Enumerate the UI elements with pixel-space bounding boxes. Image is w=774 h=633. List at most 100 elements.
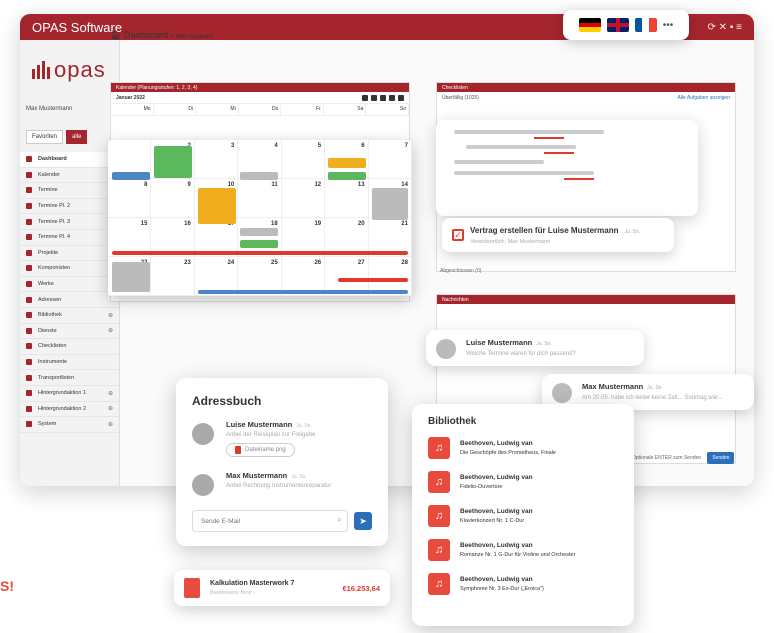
view-icon[interactable] [389, 94, 395, 101]
sidebar-item-werke[interactable]: Werke [20, 277, 119, 293]
library-item[interactable]: ♫ Beethoven, Ludwig van Symphonie Nr. 3 Es… [428, 571, 618, 597]
calendar-event[interactable] [338, 278, 408, 282]
sidebar-item-dienste[interactable]: Dienste ⊕ [20, 324, 119, 340]
task-date: Ju. Sn. [624, 229, 641, 235]
sidebar-item-adressen[interactable]: Adressen [20, 292, 119, 308]
weekday: Sa [323, 104, 367, 116]
tab-favorites[interactable]: Favoriten [26, 130, 64, 144]
sidebar-item-checklisten[interactable]: Checklisten [20, 339, 119, 355]
calendar-event[interactable] [240, 172, 278, 180]
music-note-icon: ♫ [428, 471, 450, 493]
calendar-day-cell[interactable]: 5 [281, 140, 326, 179]
sidebar-item-termine-2[interactable]: Termine Pl. 2 [20, 199, 119, 215]
chat-message: Luise Mustermann Ju. Sn. Welche Termine w… [426, 330, 644, 366]
calendar-month: Januar 2022 [116, 94, 145, 101]
library-item[interactable]: ♫ Beethoven, Ludwig van Romanze Nr. 1 G-Du… [428, 537, 618, 563]
window-controls[interactable]: ⟳ ✕ ▪ ≡ [708, 22, 742, 33]
calendar-event[interactable] [240, 240, 278, 248]
calendar-event[interactable] [112, 251, 408, 255]
calendar-event[interactable] [372, 188, 408, 220]
home-icon [26, 156, 32, 163]
sidebar-item-termine-4[interactable]: Termine Pl. 4 [20, 230, 119, 246]
sidebar-item-bibliothek[interactable]: Bibliothek ⊕ [20, 308, 119, 324]
view-icon[interactable] [362, 94, 368, 101]
music-note-icon [26, 281, 32, 288]
cropped-heading-text: S! [0, 578, 14, 594]
sidebar-item-termine[interactable]: Termine [20, 183, 119, 199]
calendar-event[interactable] [198, 290, 408, 294]
calendar-event[interactable] [328, 158, 366, 168]
current-user: Max Mustermann [26, 106, 73, 112]
expand-icon[interactable]: ⊕ [108, 327, 113, 334]
sidebar-item-hintergrund-2[interactable]: Hintergrundaktion 2 ⊕ [20, 402, 119, 418]
weekday: Mi [196, 104, 239, 116]
calendar-day-cell[interactable]: 7 [368, 140, 412, 179]
file-icon [235, 446, 241, 454]
sidebar: opas Max Mustermann Favoriten alle Dashb… [20, 40, 120, 486]
calendar-event[interactable] [112, 172, 150, 180]
calendar-day-cell[interactable]: 13 [325, 179, 369, 218]
email-input[interactable] [192, 510, 348, 532]
enter-to-send-option[interactable]: Optionale ENTER zum Senden [632, 455, 701, 461]
tab-all[interactable]: alle [66, 130, 88, 144]
chat-header: Nachrichten [437, 295, 735, 304]
sidebar-item-projekte[interactable]: Projekte [20, 246, 119, 262]
show-all-tasks-link[interactable]: Alle Aufgaben anzeigen [677, 95, 730, 101]
send-icon[interactable]: ➤ [354, 512, 372, 530]
calendar-day-cell[interactable]: 23 [151, 257, 195, 296]
library-item[interactable]: ♫ Beethoven, Ludwig van Die Geschöpfe des … [428, 435, 618, 461]
calendar-icon [26, 187, 32, 194]
send-button[interactable]: Senden [707, 452, 735, 464]
sidebar-item-komponisten[interactable]: Komponisten [20, 261, 119, 277]
calculation-subtitle: Beethovens Best › [210, 590, 255, 596]
paperclip-icon[interactable]: ⌕ [337, 514, 342, 525]
completed-count[interactable]: Abgeschlossen (0) [440, 268, 481, 274]
music-note-icon: ♫ [428, 437, 450, 459]
projects-icon [26, 249, 32, 256]
address-entry[interactable]: Max Mustermann Ju. Sn. Anbei Rechnung Ins… [192, 471, 372, 496]
checkbox-icon[interactable]: ✓ [452, 229, 464, 241]
sidebar-item-kalender[interactable]: Kalender [20, 168, 119, 184]
calendar-day-cell[interactable]: 3 [194, 140, 239, 179]
sidebar-item-instrumente[interactable]: Instrumente [20, 355, 119, 371]
avatar [192, 423, 214, 445]
calendar-event[interactable] [112, 262, 150, 292]
expand-icon[interactable]: ⊕ [108, 405, 113, 412]
more-icon[interactable]: ••• [663, 20, 674, 31]
library-item[interactable]: ♫ Beethoven, Ludwig van Klavierkonzert Nr.… [428, 503, 618, 529]
calendar-day-cell[interactable]: 11 [238, 179, 282, 218]
expand-icon[interactable]: ⊕ [108, 312, 113, 319]
view-icon[interactable] [380, 94, 386, 101]
calendar-event[interactable] [198, 188, 236, 224]
sidebar-item-system[interactable]: System ⊕ [20, 417, 119, 433]
task-card[interactable]: ✓ Vertrag erstellen für Luise Mustermann… [442, 218, 674, 252]
library-item[interactable]: ♫ Beethoven, Ludwig van Fidelio-Ouvertüre [428, 469, 618, 495]
french-flag-icon[interactable] [634, 18, 657, 32]
calendar-day-cell[interactable]: 8 [108, 179, 152, 218]
sidebar-item-hintergrund-1[interactable]: Hintergrundaktion 1 ⊕ [20, 386, 119, 402]
sidebar-item-transportlisten[interactable]: Transportlisten [20, 370, 119, 386]
breadcrumb-home[interactable]: Dashboard [124, 30, 168, 40]
sidebar-item-termine-3[interactable]: Termine Pl. 3 [20, 214, 119, 230]
sidebar-item-dashboard[interactable]: Dashboard [20, 152, 119, 168]
view-icon[interactable] [398, 94, 404, 101]
calendar-day-cell[interactable]: 12 [281, 179, 326, 218]
weekday: So [366, 104, 409, 116]
calendar-event[interactable] [154, 146, 192, 178]
calendar-event[interactable] [328, 172, 366, 180]
calendar-day-cell[interactable]: 9 [151, 179, 195, 218]
expand-icon[interactable]: ⊕ [108, 421, 113, 428]
uk-flag-icon[interactable] [606, 18, 629, 32]
german-flag-icon[interactable] [578, 18, 601, 32]
calendar-event[interactable] [240, 228, 278, 236]
language-switcher: ••• [563, 10, 689, 40]
checklist-header: Checklisten [437, 83, 735, 92]
attachment-chip[interactable]: Dateiname.png [226, 443, 295, 457]
address-entry[interactable]: Luise Mustermann Ju. Sn. Anbei der Reisep… [192, 420, 372, 459]
avatar [552, 383, 572, 403]
calculation-card[interactable]: Kalkulation Masterwork 7 Beethovens Best… [174, 570, 390, 606]
view-icon[interactable] [371, 94, 377, 101]
home-icon[interactable]: 🏠︎ [110, 30, 121, 40]
calendar-icon [26, 234, 32, 241]
expand-icon[interactable]: ⊕ [108, 390, 113, 397]
